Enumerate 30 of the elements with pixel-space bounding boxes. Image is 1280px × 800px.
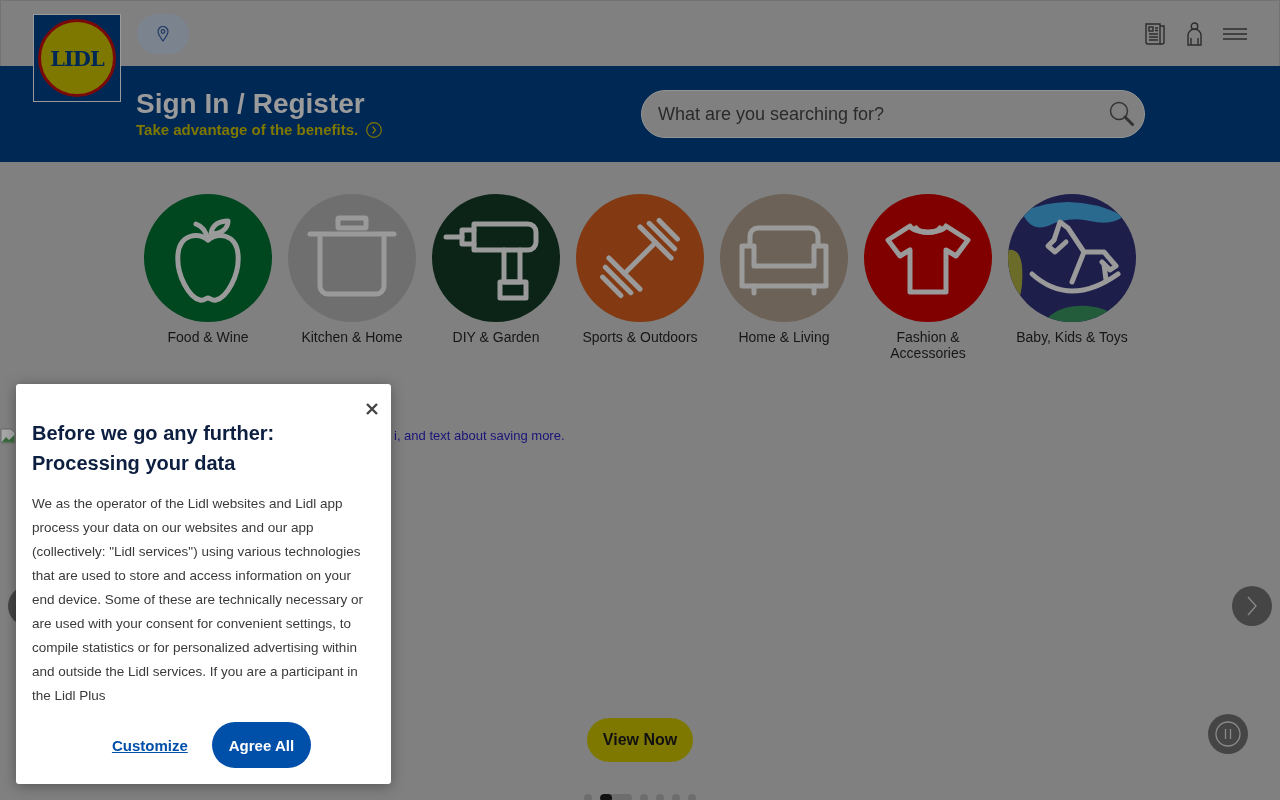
sign-in-link[interactable]: Sign In / Register: [136, 88, 365, 120]
category-link[interactable]: DIY & Garden: [424, 194, 568, 361]
category-link[interactable]: Sports & Outdoors: [568, 194, 712, 361]
category-link[interactable]: Baby, Kids & Toys: [1000, 194, 1144, 361]
location-button[interactable]: [137, 14, 189, 54]
store-logo[interactable]: LIDL: [33, 14, 121, 102]
carousel-next-button[interactable]: [1232, 586, 1272, 626]
dialog-title: Before we go any further: Processing your data: [32, 421, 276, 476]
search-field[interactable]: What are you searching for?: [641, 90, 1145, 138]
location-pin-icon: [157, 26, 169, 42]
image-alt-text: i, and text about saving more.: [394, 427, 565, 445]
close-icon[interactable]: [366, 403, 378, 415]
agree-button[interactable]: Agree All: [211, 722, 312, 768]
search-icon[interactable]: [1109, 101, 1134, 126]
user-icon[interactable]: [1185, 22, 1204, 46]
pause-icon: [1215, 721, 1241, 747]
dialog-text: We as the operator of the Lidl websites and Lidl app process your data on our websites and our app (collectively: "Lidl services") using various technologies that are used to store and access information on your end device. Some of these are technically necessary or are used with your consent for convenient settings, to compile statistics or for personalized advertising within and outside the Lidl services. If you are a participant in the Lidl Plus: [32, 495, 364, 705]
category-link[interactable]: Home & Living: [712, 194, 856, 361]
category-link[interactable]: Food & Wine: [136, 194, 280, 361]
benefits-link[interactable]: Take advantage of the benefits.: [136, 120, 383, 140]
pause-button[interactable]: [1208, 714, 1248, 754]
category-link[interactable]: Kitchen & Home: [280, 194, 424, 361]
leaflet-icon[interactable]: [1143, 22, 1167, 46]
menu-icon[interactable]: [1223, 28, 1247, 40]
category-link[interactable]: Fashion & Accessories: [856, 194, 1000, 361]
customize-link[interactable]: Customize: [111, 736, 188, 754]
chevron-circle-icon: [366, 122, 383, 138]
view-now-button[interactable]: View Now: [586, 718, 694, 762]
chevron-right-icon: [1247, 596, 1257, 616]
broken-image-icon: [0, 428, 16, 444]
